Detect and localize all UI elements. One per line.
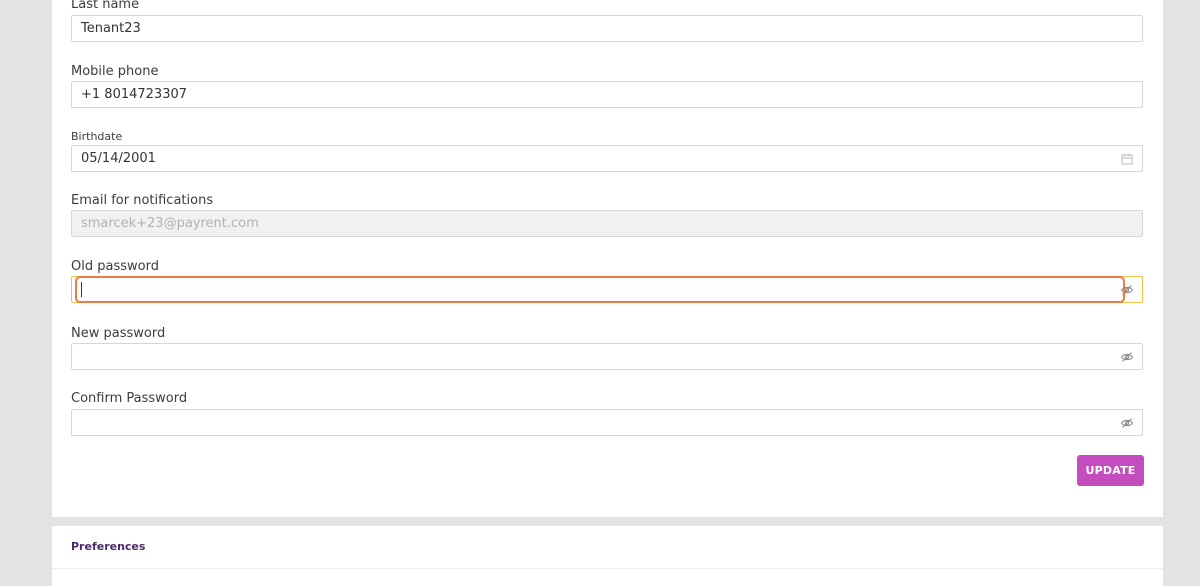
- new-password-label: New password: [71, 326, 166, 341]
- calendar-icon[interactable]: [1120, 152, 1134, 166]
- text-caret: [81, 282, 82, 297]
- email-field: smarcek+23@payrent.com: [71, 210, 1143, 237]
- last-name-label: Last name: [71, 0, 140, 12]
- mobile-phone-label: Mobile phone: [71, 64, 159, 79]
- preferences-title: Preferences: [71, 540, 146, 553]
- birthdate-field[interactable]: 05/14/2001: [71, 145, 1143, 172]
- old-password-field[interactable]: [71, 276, 1143, 303]
- preferences-card: Preferences: [52, 526, 1163, 586]
- new-password-field[interactable]: [71, 343, 1143, 370]
- confirm-password-label: Confirm Password: [71, 391, 188, 406]
- last-name-field[interactable]: Tenant23: [71, 15, 1143, 42]
- eye-slash-icon[interactable]: [1120, 416, 1134, 430]
- eye-slash-icon[interactable]: [1120, 350, 1134, 364]
- mobile-phone-field[interactable]: +1 8014723307: [71, 81, 1143, 108]
- email-label: Email for notifications: [71, 193, 214, 208]
- birthdate-value: 05/14/2001: [81, 151, 156, 166]
- old-password-label: Old password: [71, 259, 159, 274]
- eye-slash-icon[interactable]: [1120, 283, 1134, 297]
- preferences-divider: [52, 568, 1163, 569]
- birthdate-label: Birthdate: [71, 130, 123, 143]
- profile-card: Last name Tenant23 Mobile phone +1 80147…: [52, 0, 1163, 517]
- confirm-password-field[interactable]: [71, 409, 1143, 436]
- update-button[interactable]: UPDATE: [1077, 455, 1144, 486]
